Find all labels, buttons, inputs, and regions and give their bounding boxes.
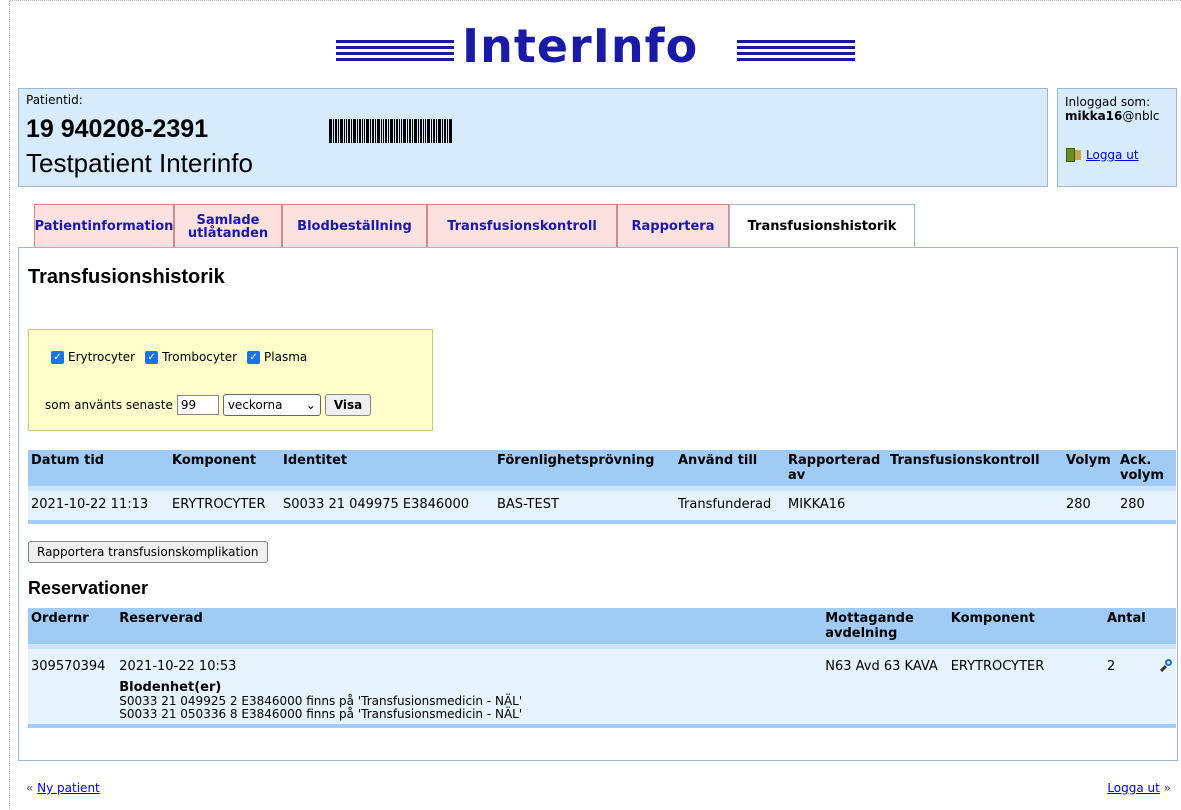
patient-id: 19 940208-2391 [26,115,209,143]
cell-antal: 2 [1103,646,1156,728]
cell-rapporterad-av: MIKKA16 [785,488,887,524]
tab-transfusionskontroll[interactable]: Transfusionskontroll [427,204,617,248]
page-frame-top [9,0,1181,1]
col-mottagande-avdelning: Mottagande avdelning [822,608,948,649]
logo-bars-right [737,40,855,62]
username: mikka16 [1065,109,1123,123]
exit-door-icon[interactable] [1065,147,1081,163]
unit-select-value: veckorna [227,398,283,412]
col-anvand-till: Använd till [675,450,785,491]
col-volym: Volym [1063,450,1117,491]
cell-ack-volym: 280 [1117,488,1176,524]
col-antal: Antal [1103,608,1156,649]
col-rapporterad-av: Rapporterad av [785,450,887,491]
reservations-title: Reservationer [28,578,149,598]
footer-right: Logga ut » [1107,781,1171,795]
page-frame-left [9,0,10,810]
tab-samlade-utlatanden[interactable]: Samlade utlåtanden [174,204,282,248]
cell-forenlighetsprovning: BAS-TEST [494,488,675,524]
col-forenlighetsprovning: Förenlighetsprövning [494,450,675,491]
col-datum-tid: Datum tid [28,450,169,491]
user-domain: @nblc [1122,109,1160,123]
tab-patientinformation[interactable]: Patientinformation [34,204,174,248]
cell-volym: 280 [1063,488,1117,524]
logo-text: InterInfo [462,19,699,73]
col-ordernr: Ordernr [28,608,117,649]
patient-id-label: Patientid: [26,93,83,107]
cell-identitet: S0033 21 049975 E3846000 [280,488,494,524]
cell-actions [1156,646,1176,728]
login-info: Inloggad som: mikka16@nblc Logga ut [1057,88,1177,187]
checkbox-plasma-label[interactable]: Plasma [264,350,307,364]
col-transfusionskontroll: Transfusionskontroll [887,450,1063,491]
checkbox-trombocyter[interactable]: ✓ [145,350,159,364]
range-row: som använts senaste 99 veckorna ⌄ Visa [45,394,372,416]
filter-box: ✓ Erytrocyter ✓ Trombocyter ✓ Plasma som… [28,329,433,431]
tab-rapportera[interactable]: Rapportera [617,204,729,248]
reserved-datetime: 2021-10-22 10:53 [119,659,237,674]
table-row: 309570394 2021-10-22 10:53 Blodenhet(er)… [28,646,1176,728]
checkbox-erytrocyter-label[interactable]: Erytrocyter [68,350,135,364]
chevron-down-icon: ⌄ [305,398,316,412]
blood-units-title: Blodenhet(er) [119,680,222,695]
report-complication-button[interactable]: Rapportera transfusionskomplikation [28,541,268,563]
magnifier-icon[interactable] [1159,659,1173,673]
col-identitet: Identitet [280,450,494,491]
cell-komponent: ERYTROCYTER [169,488,280,524]
table-row[interactable]: 2021-10-22 11:13 ERYTROCYTER S0033 21 04… [28,488,1176,524]
col-reserverad: Reserverad [116,608,823,649]
logged-in-label: Inloggad som: [1065,95,1151,109]
content-panel: Transfusionshistorik ✓ Erytrocyter ✓ Tro… [18,247,1178,761]
cell-mottagande-avdelning: N63 Avd 63 KAVA [822,646,948,728]
checkbox-plasma[interactable]: ✓ [247,350,261,364]
cell-komponent: ERYTROCYTER [947,646,1104,728]
footer-left: « Ny patient [26,781,100,795]
tab-transfusionshistorik[interactable]: Transfusionshistorik [729,204,915,248]
history-header-row: Datum tid Komponent Identitet Förenlighe… [28,450,1176,491]
blood-unit-line: S0033 21 050336 8 E3846000 finns på 'Tra… [119,707,523,721]
reservations-table: Ordernr Reserverad Mottagande avdelning … [28,608,1176,728]
checkbox-trombocyter-label[interactable]: Trombocyter [162,350,237,364]
cell-datum-tid: 2021-10-22 11:13 [28,488,169,524]
history-table: Datum tid Komponent Identitet Förenlighe… [28,450,1176,524]
visa-button[interactable]: Visa [324,394,372,416]
reservations-header-row: Ordernr Reserverad Mottagande avdelning … [28,608,1176,649]
col-ack-volym: Ack. volym [1117,450,1176,491]
col-actions [1156,608,1176,649]
cell-reserverad: 2021-10-22 10:53 Blodenhet(er) S0033 21 … [116,646,823,728]
cell-anvand-till: Transfunderad [675,488,785,524]
patient-header: Patientid: 19 940208-2391 Testpatient In… [18,88,1048,187]
range-label: som använts senaste [45,398,173,412]
footer-logout-link[interactable]: Logga ut [1107,781,1160,795]
component-checkboxes: ✓ Erytrocyter ✓ Trombocyter ✓ Plasma [51,350,313,364]
page-title: Transfusionshistorik [28,266,225,288]
main-tabs: Patientinformation Samlade utlåtanden Bl… [34,204,915,248]
cell-transfusionskontroll [887,488,1063,524]
logo-bars-left [336,40,454,62]
logout-link[interactable]: Logga ut [1086,148,1139,162]
col-komponent: Komponent [947,608,1104,649]
app-logo: InterInfo [0,18,1181,74]
patient-name: Testpatient Interinfo [26,148,253,178]
unit-select[interactable]: veckorna ⌄ [222,394,321,416]
cell-ordernr: 309570394 [28,646,117,728]
barcode-icon [329,119,509,143]
weeks-input[interactable]: 99 [176,395,219,415]
tab-blodbestallning[interactable]: Blodbeställning [282,204,427,248]
logout-link-container[interactable]: Logga ut [1065,147,1139,163]
new-patient-link[interactable]: Ny patient [37,781,100,795]
checkbox-erytrocyter[interactable]: ✓ [51,350,64,364]
col-komponent: Komponent [169,450,280,491]
logged-in-user: mikka16@nblc [1065,109,1160,123]
